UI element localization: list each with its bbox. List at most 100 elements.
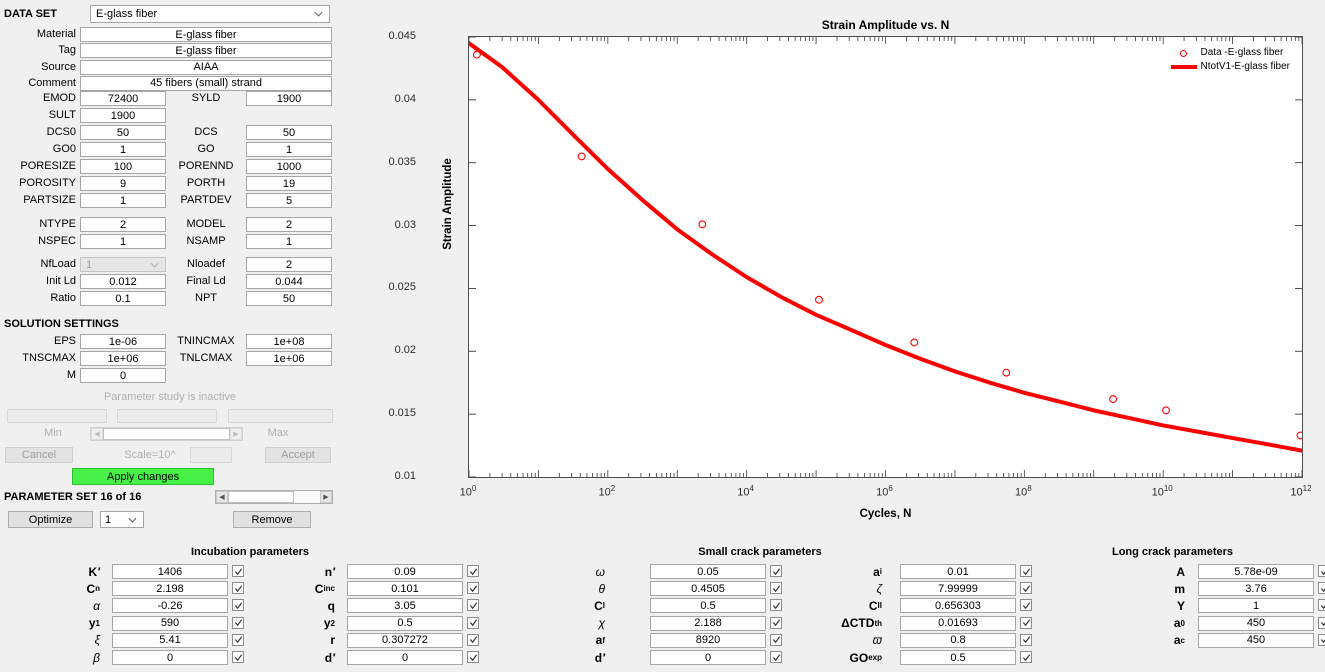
prop-field-left-3[interactable]: 1 <box>80 142 166 157</box>
param-field-0-right-0[interactable]: 0.09 <box>347 564 463 579</box>
remove-button[interactable]: Remove <box>233 511 311 528</box>
param-field-1-right-5[interactable]: 0.5 <box>900 650 1016 665</box>
param-checkbox-1-left-1[interactable] <box>770 582 782 594</box>
prop-field-right-5[interactable]: 19 <box>246 176 332 191</box>
param-checkbox-2-right-0[interactable] <box>1318 565 1325 577</box>
solution-field-right-0[interactable]: 1e+08 <box>246 334 332 349</box>
slider-left-arrow-icon[interactable]: ◀ <box>91 428 103 440</box>
scale-field[interactable] <box>190 447 232 463</box>
param-checkbox-1-right-3[interactable] <box>1020 617 1032 629</box>
solution-field-left-2[interactable]: 0 <box>80 368 166 383</box>
param-field-2-right-4[interactable]: 450 <box>1198 633 1314 648</box>
param-checkbox-0-left-3[interactable] <box>232 617 244 629</box>
solution-field-right-1[interactable]: 1e+06 <box>246 351 332 366</box>
param-field-1-left-4[interactable]: 8920 <box>650 633 766 648</box>
param-field-0-left-5[interactable]: 0 <box>112 650 228 665</box>
load-field-left-1[interactable]: 0.012 <box>80 274 166 289</box>
solution-field-left-0[interactable]: 1e-06 <box>80 334 166 349</box>
param-field-1-right-2[interactable]: 0.656303 <box>900 598 1016 613</box>
param-field-1-right-3[interactable]: 0.01693 <box>900 616 1016 631</box>
prop2-field-left-0[interactable]: 2 <box>80 217 166 232</box>
parameter-set-scrollbar[interactable]: ◀ ▶ <box>215 490 333 504</box>
param-field-0-left-4[interactable]: 5.41 <box>112 633 228 648</box>
param-checkbox-1-left-0[interactable] <box>770 565 782 577</box>
param-checkbox-1-left-2[interactable] <box>770 599 782 611</box>
prop-field-right-4[interactable]: 1000 <box>246 159 332 174</box>
param-field-1-left-3[interactable]: 2.188 <box>650 616 766 631</box>
param-field-1-left-0[interactable]: 0.05 <box>650 564 766 579</box>
param-checkbox-0-right-3[interactable] <box>467 617 479 629</box>
param-field-0-left-1[interactable]: 2.198 <box>112 581 228 596</box>
slider-trough[interactable] <box>103 428 230 440</box>
prop-field-left-4[interactable]: 100 <box>80 159 166 174</box>
param-field-2-right-0[interactable]: 5.78e-09 <box>1198 564 1314 579</box>
prop-field-left-2[interactable]: 50 <box>80 125 166 140</box>
param-field-1-right-1[interactable]: 7.99999 <box>900 581 1016 596</box>
param-checkbox-0-right-2[interactable] <box>467 599 479 611</box>
param-checkbox-0-right-4[interactable] <box>467 634 479 646</box>
study-max-field[interactable] <box>228 409 333 423</box>
param-checkbox-1-right-0[interactable] <box>1020 565 1032 577</box>
param-checkbox-2-right-1[interactable] <box>1318 582 1325 594</box>
load-field-right-0[interactable]: 2 <box>246 257 332 272</box>
param-field-1-right-0[interactable]: 0.01 <box>900 564 1016 579</box>
param-field-1-left-5[interactable]: 0 <box>650 650 766 665</box>
param-field-1-left-1[interactable]: 0.4505 <box>650 581 766 596</box>
apply-changes-button[interactable]: Apply changes <box>72 468 214 485</box>
prop2-field-left-1[interactable]: 1 <box>80 234 166 249</box>
study-slider[interactable]: ◀ ▶ <box>90 427 243 441</box>
study-min-field[interactable] <box>7 409 107 423</box>
param-field-0-right-2[interactable]: 3.05 <box>347 598 463 613</box>
param-checkbox-2-right-2[interactable] <box>1318 599 1325 611</box>
param-checkbox-1-right-2[interactable] <box>1020 599 1032 611</box>
param-field-0-right-1[interactable]: 0.101 <box>347 581 463 596</box>
scrollbar-trough[interactable] <box>228 491 320 503</box>
param-field-2-right-2[interactable]: 1 <box>1198 598 1314 613</box>
param-checkbox-0-left-0[interactable] <box>232 565 244 577</box>
info-field-3[interactable]: 45 fibers (small) strand <box>80 76 332 91</box>
scrollbar-left-arrow-icon[interactable]: ◀ <box>216 491 228 503</box>
param-checkbox-1-right-1[interactable] <box>1020 582 1032 594</box>
prop-field-left-1[interactable]: 1900 <box>80 108 166 123</box>
param-field-2-right-1[interactable]: 3.76 <box>1198 581 1314 596</box>
param-field-0-left-0[interactable]: 1406 <box>112 564 228 579</box>
info-field-1[interactable]: E-glass fiber <box>80 43 332 58</box>
parameter-count-select[interactable]: 1 <box>100 511 144 528</box>
load-field-left-2[interactable]: 0.1 <box>80 291 166 306</box>
param-checkbox-1-left-5[interactable] <box>770 651 782 663</box>
info-field-0[interactable]: E-glass fiber <box>80 27 332 42</box>
study-value-field[interactable] <box>117 409 217 423</box>
prop-field-left-6[interactable]: 1 <box>80 193 166 208</box>
slider-right-arrow-icon[interactable]: ▶ <box>230 428 242 440</box>
scrollbar-right-arrow-icon[interactable]: ▶ <box>320 491 332 503</box>
param-checkbox-0-left-5[interactable] <box>232 651 244 663</box>
param-checkbox-1-right-4[interactable] <box>1020 634 1032 646</box>
prop-field-right-6[interactable]: 5 <box>246 193 332 208</box>
param-checkbox-0-right-5[interactable] <box>467 651 479 663</box>
param-checkbox-2-right-4[interactable] <box>1318 634 1325 646</box>
info-field-2[interactable]: AIAA <box>80 60 332 75</box>
optimize-button[interactable]: Optimize <box>8 511 93 528</box>
prop-field-right-3[interactable]: 1 <box>246 142 332 157</box>
param-checkbox-0-left-1[interactable] <box>232 582 244 594</box>
prop2-field-right-0[interactable]: 2 <box>246 217 332 232</box>
param-field-0-left-3[interactable]: 590 <box>112 616 228 631</box>
nfload-select[interactable]: 1 <box>80 257 166 272</box>
param-field-1-right-4[interactable]: 0.8 <box>900 633 1016 648</box>
accept-button[interactable]: Accept <box>265 447 331 463</box>
dataset-select[interactable]: E-glass fiber <box>90 5 330 23</box>
param-field-1-left-2[interactable]: 0.5 <box>650 598 766 613</box>
param-field-2-right-3[interactable]: 450 <box>1198 616 1314 631</box>
param-field-0-right-3[interactable]: 0.5 <box>347 616 463 631</box>
param-checkbox-0-right-1[interactable] <box>467 582 479 594</box>
load-field-right-2[interactable]: 50 <box>246 291 332 306</box>
param-field-0-left-2[interactable]: -0.26 <box>112 598 228 613</box>
param-field-0-right-4[interactable]: 0.307272 <box>347 633 463 648</box>
param-field-0-right-5[interactable]: 0 <box>347 650 463 665</box>
prop-field-right-2[interactable]: 50 <box>246 125 332 140</box>
param-checkbox-1-left-4[interactable] <box>770 634 782 646</box>
param-checkbox-0-left-4[interactable] <box>232 634 244 646</box>
load-field-right-1[interactable]: 0.044 <box>246 274 332 289</box>
param-checkbox-1-left-3[interactable] <box>770 617 782 629</box>
prop-field-right-0[interactable]: 1900 <box>246 91 332 106</box>
